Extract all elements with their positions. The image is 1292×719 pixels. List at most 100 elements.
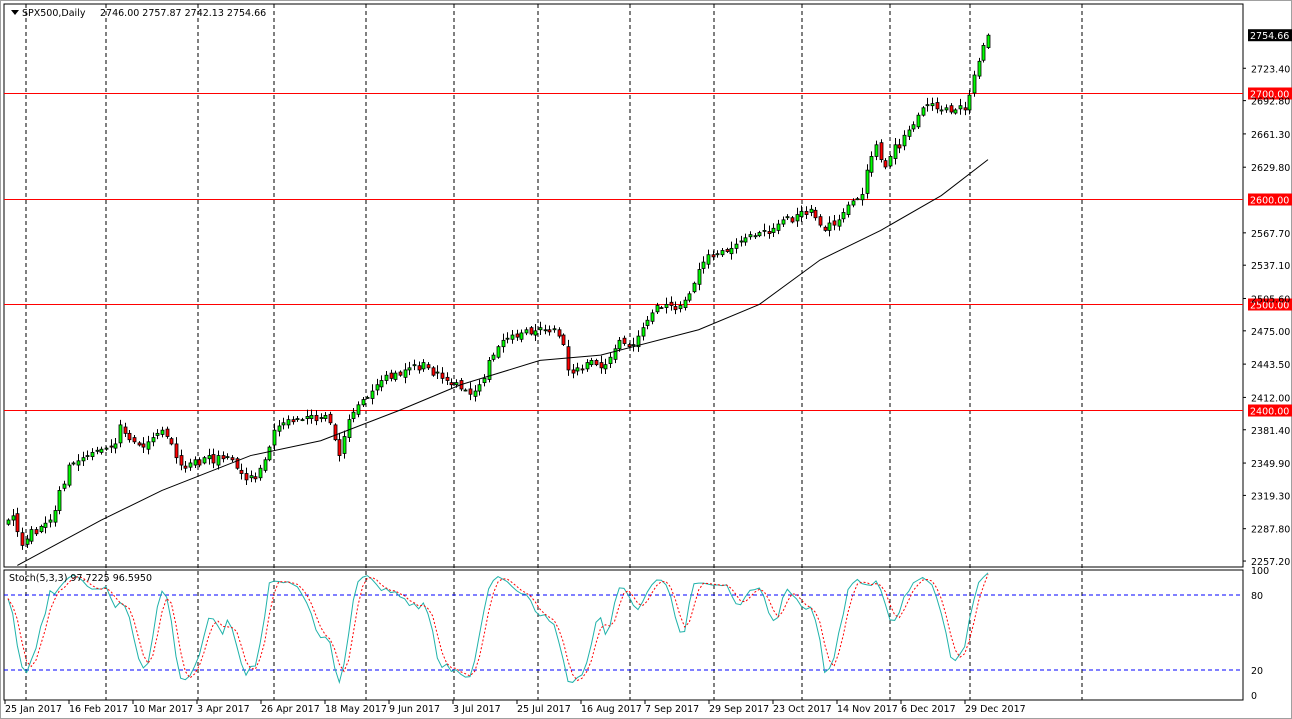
- date-label: 3 Jul 2017: [453, 704, 501, 715]
- bull-candle: [6, 519, 11, 525]
- grid: [3, 3, 1244, 701]
- bull-candle: [361, 399, 366, 406]
- bull-candle: [664, 303, 669, 308]
- bull-candle: [795, 214, 800, 222]
- bear-candle: [169, 438, 174, 445]
- bear-candle: [725, 249, 730, 252]
- stoch-tick-label: 100: [1251, 566, 1269, 577]
- bull-candle: [435, 371, 440, 374]
- bull-candle: [739, 240, 744, 243]
- bull-candle: [403, 369, 408, 378]
- bull-candle: [216, 455, 221, 466]
- bear-candle: [179, 455, 184, 466]
- bull-candle: [776, 223, 781, 231]
- bull-candle: [505, 337, 510, 340]
- bull-candle: [687, 293, 692, 301]
- bull-candle: [370, 390, 375, 399]
- bull-candle: [286, 419, 291, 426]
- bull-candle: [911, 124, 916, 130]
- bull-candle: [683, 299, 688, 308]
- bull-candle: [207, 455, 212, 460]
- bull-candle: [902, 134, 907, 147]
- date-label: 26 Apr 2017: [261, 704, 320, 715]
- bear-candle: [823, 226, 828, 231]
- bull-candle: [888, 156, 893, 167]
- bear-candle: [963, 107, 968, 111]
- bear-candle: [445, 376, 450, 381]
- bear-candle: [239, 469, 244, 474]
- bull-candle: [762, 230, 767, 232]
- price-tick-label: 2287.80: [1251, 525, 1290, 536]
- bear-candle: [818, 216, 823, 226]
- bull-candle: [95, 449, 100, 452]
- bear-candle: [767, 231, 772, 234]
- dropdown-arrow-icon[interactable]: [11, 10, 19, 15]
- bear-candle: [34, 529, 39, 535]
- bear-candle: [813, 209, 818, 219]
- bull-candle: [608, 356, 613, 364]
- bear-candle: [244, 473, 249, 481]
- bull-candle: [827, 222, 832, 231]
- bull-candle: [454, 382, 459, 386]
- bull-candle: [944, 107, 949, 111]
- price-tick-label: 2443.50: [1251, 360, 1290, 371]
- bear-candle: [109, 445, 114, 448]
- bull-candle: [118, 424, 123, 444]
- chart-symbol-label: SPX500,Daily: [22, 8, 86, 19]
- date-label: 29 Sep 2017: [709, 704, 769, 715]
- price-tick-label: 2505.60: [1251, 294, 1290, 305]
- bull-candle: [734, 243, 739, 249]
- bull-candle: [753, 235, 758, 238]
- bull-candle: [305, 416, 310, 419]
- date-label: 25 Jan 2017: [5, 704, 62, 715]
- bull-candle: [837, 219, 842, 227]
- bear-candle: [669, 301, 674, 306]
- current-price-label: 2754.66: [1250, 31, 1289, 42]
- bull-candle: [925, 104, 930, 107]
- bull-candle: [48, 519, 53, 523]
- bull-candle: [981, 45, 986, 61]
- date-label: 29 Dec 2017: [965, 704, 1026, 715]
- bull-candle: [930, 103, 935, 107]
- stoch-tick-label: 20: [1251, 666, 1263, 677]
- bull-candle: [841, 212, 846, 220]
- bear-candle: [230, 457, 235, 461]
- bull-candle: [225, 456, 230, 459]
- bull-candle: [757, 232, 762, 237]
- moving-average: [17, 159, 989, 566]
- bull-candle: [151, 437, 156, 443]
- bull-candle: [53, 510, 58, 523]
- bear-candle: [883, 160, 888, 168]
- chart-canvas[interactable]: 2700.002600.002500.002400.002723.402692.…: [0, 0, 1292, 719]
- bear-candle: [137, 442, 142, 446]
- bear-candle: [561, 334, 566, 345]
- bull-candle: [57, 490, 62, 511]
- bull-candle: [678, 305, 683, 310]
- bull-candle: [491, 354, 496, 360]
- bull-candle: [986, 34, 991, 48]
- bull-candle: [193, 459, 198, 466]
- bull-candle: [659, 307, 664, 309]
- bear-candle: [571, 369, 576, 374]
- bull-candle: [99, 448, 104, 453]
- bull-candle: [277, 425, 282, 432]
- bull-candle: [939, 109, 944, 112]
- date-label: 25 Jul 2017: [517, 704, 571, 715]
- bull-candle: [160, 429, 165, 435]
- bull-candle: [893, 144, 898, 159]
- bull-candle: [473, 390, 478, 397]
- bull-candle: [482, 377, 487, 384]
- bull-candle: [743, 237, 748, 243]
- bull-candle: [916, 114, 921, 128]
- bull-candle: [501, 339, 506, 348]
- bull-candle: [249, 475, 254, 479]
- bear-candle: [15, 513, 20, 533]
- bull-candle: [155, 432, 160, 436]
- bull-candle: [384, 374, 389, 381]
- bull-candle: [319, 417, 324, 419]
- bear-candle: [165, 428, 170, 437]
- price-tick-label: 2629.80: [1251, 163, 1290, 174]
- bear-candle: [417, 365, 422, 371]
- date-label: 10 Mar 2017: [133, 704, 193, 715]
- bull-candle: [146, 441, 151, 450]
